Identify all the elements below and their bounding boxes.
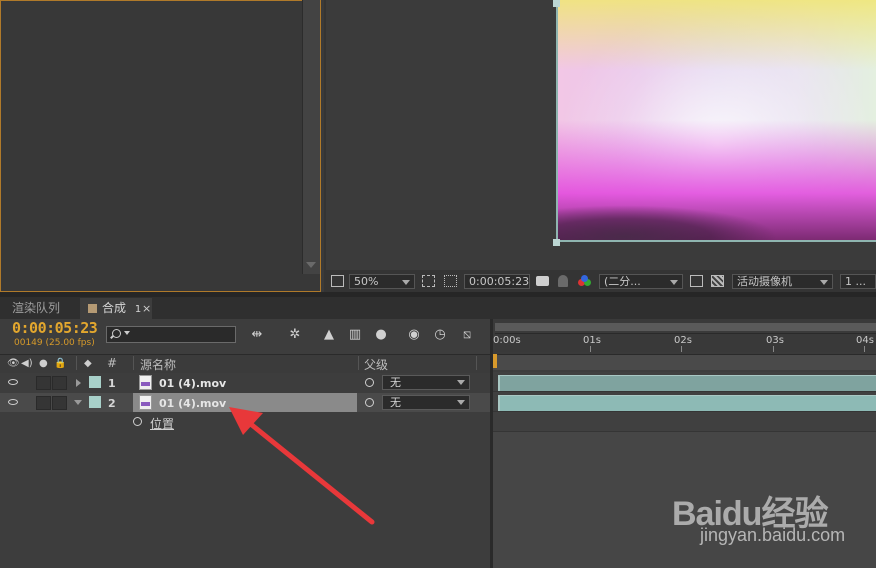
graph-editor-icon[interactable]: ⧅: [458, 327, 476, 343]
ruler-tick: [773, 346, 774, 352]
layer-number: 1: [108, 377, 116, 390]
ruler-tick: [681, 346, 682, 352]
tab-render-queue[interactable]: 渲染队列: [0, 298, 76, 319]
column-separator[interactable]: [358, 356, 359, 370]
transparency-grid-icon[interactable]: [444, 275, 457, 287]
current-time-display[interactable]: 0:00:05:23: [12, 319, 98, 337]
layer-visibility-eye-icon[interactable]: [8, 399, 18, 405]
mov-file-icon: [139, 395, 152, 410]
ruler-label: 03s: [766, 335, 784, 346]
show-snapshot-icon[interactable]: [558, 275, 568, 287]
search-icon: [112, 329, 121, 338]
comp-color-swatch: [88, 304, 97, 313]
layer-collapse-triangle-icon[interactable]: [74, 400, 82, 405]
red-annotation-arrow: [229, 407, 375, 525]
ruler-label: 0:00s: [493, 335, 521, 346]
frame-blending-icon[interactable]: ▥: [346, 327, 364, 343]
layer-name[interactable]: 01 (4).mov: [159, 397, 226, 410]
lock-switch-icon[interactable]: 🔒: [54, 358, 66, 369]
work-area-bar[interactable]: [495, 323, 876, 331]
preview-highlight: [558, 0, 876, 70]
column-separator[interactable]: [476, 356, 477, 370]
tab-close-button[interactable]: ×: [142, 298, 151, 319]
layer-number: 2: [108, 397, 116, 410]
layer-solo-toggle[interactable]: [36, 396, 51, 410]
snapshot-camera-icon[interactable]: [536, 276, 549, 286]
project-scrollbar[interactable]: [302, 0, 320, 274]
layer-solo-toggle[interactable]: [36, 376, 51, 390]
column-number-label[interactable]: #: [107, 356, 117, 370]
layer-name[interactable]: 01 (4).mov: [159, 377, 226, 390]
project-panel[interactable]: [0, 0, 321, 292]
stopwatch-icon[interactable]: [133, 417, 142, 426]
video-switch-icon[interactable]: 👁: [7, 358, 20, 369]
motion-blur-icon[interactable]: ●: [372, 327, 390, 343]
track-row-property[interactable]: [493, 412, 876, 432]
parent-select[interactable]: 无: [382, 395, 470, 410]
ruler-label: 02s: [674, 335, 692, 346]
layer-expand-triangle-icon[interactable]: [76, 379, 81, 387]
brainstorm-icon[interactable]: ◉: [405, 327, 423, 343]
magnify-toggle-icon[interactable]: [331, 275, 344, 287]
layer-column-header: [0, 354, 490, 374]
column-separator[interactable]: [76, 356, 77, 370]
region-of-interest-icon[interactable]: [690, 275, 703, 287]
ruler-tick: [590, 346, 591, 352]
composition-preview-image[interactable]: [556, 0, 876, 242]
ruler-label: 01s: [583, 335, 601, 346]
safe-zones-icon[interactable]: [422, 275, 435, 287]
camera-view-select[interactable]: 活动摄像机: [732, 274, 833, 289]
column-source-name-label[interactable]: 源名称: [140, 356, 176, 373]
layer-lock-toggle[interactable]: [52, 376, 67, 390]
frame-rate-info: 00149 (25.00 fps): [14, 338, 95, 348]
layer-lock-toggle[interactable]: [52, 396, 67, 410]
watermark-url: jingyan.baidu.com: [700, 525, 846, 545]
scroll-down-arrow-icon[interactable]: [306, 262, 316, 268]
layer-label-color[interactable]: [89, 376, 101, 388]
tab-comp-label: 合成: [102, 301, 127, 315]
column-parent-label[interactable]: 父级: [364, 356, 388, 373]
viewer-timecode[interactable]: 0:00:05:23: [464, 274, 530, 289]
composition-mini-flowchart-icon[interactable]: ⇹: [248, 327, 266, 343]
hide-shy-layers-icon[interactable]: ▲: [320, 327, 338, 343]
resolution-select[interactable]: (二分...: [599, 274, 683, 289]
view-layout-select[interactable]: 1 ...: [840, 274, 876, 289]
channels-rgb-icon[interactable]: [578, 275, 592, 287]
ruler-label: 04s: [856, 335, 874, 346]
ruler-tick: [864, 346, 865, 352]
parent-pickwhip-icon[interactable]: [365, 378, 374, 387]
position-property-label[interactable]: 位置: [150, 415, 174, 432]
audio-switch-icon[interactable]: ◀): [21, 358, 33, 369]
draft-3d-icon[interactable]: ✲: [286, 327, 304, 343]
ruler-marker-bar[interactable]: [493, 354, 876, 370]
playhead-indicator[interactable]: [493, 354, 497, 368]
layer-label-color[interactable]: [89, 396, 101, 408]
label-tag-icon[interactable]: ◆: [84, 358, 92, 369]
auto-keyframe-icon[interactable]: ◷: [431, 327, 449, 343]
parent-select[interactable]: 无: [382, 375, 470, 390]
column-separator[interactable]: [133, 356, 134, 370]
layer-handle-top[interactable]: [553, 0, 560, 7]
zoom-select[interactable]: 50%: [349, 274, 415, 289]
mov-file-icon: [139, 375, 152, 390]
layer-duration-bar-2[interactable]: [498, 395, 876, 411]
tab-comp-number: 1: [134, 304, 142, 315]
layer-visibility-eye-icon[interactable]: [8, 379, 18, 385]
search-options-caret-icon[interactable]: [124, 331, 130, 335]
solo-switch-icon[interactable]: ●: [39, 358, 48, 369]
checkerboard-icon[interactable]: [711, 275, 724, 287]
preview-rocks: [558, 205, 778, 240]
layer-duration-bar-1[interactable]: [498, 375, 876, 391]
layer-handle-bottom-left[interactable]: [553, 239, 560, 246]
